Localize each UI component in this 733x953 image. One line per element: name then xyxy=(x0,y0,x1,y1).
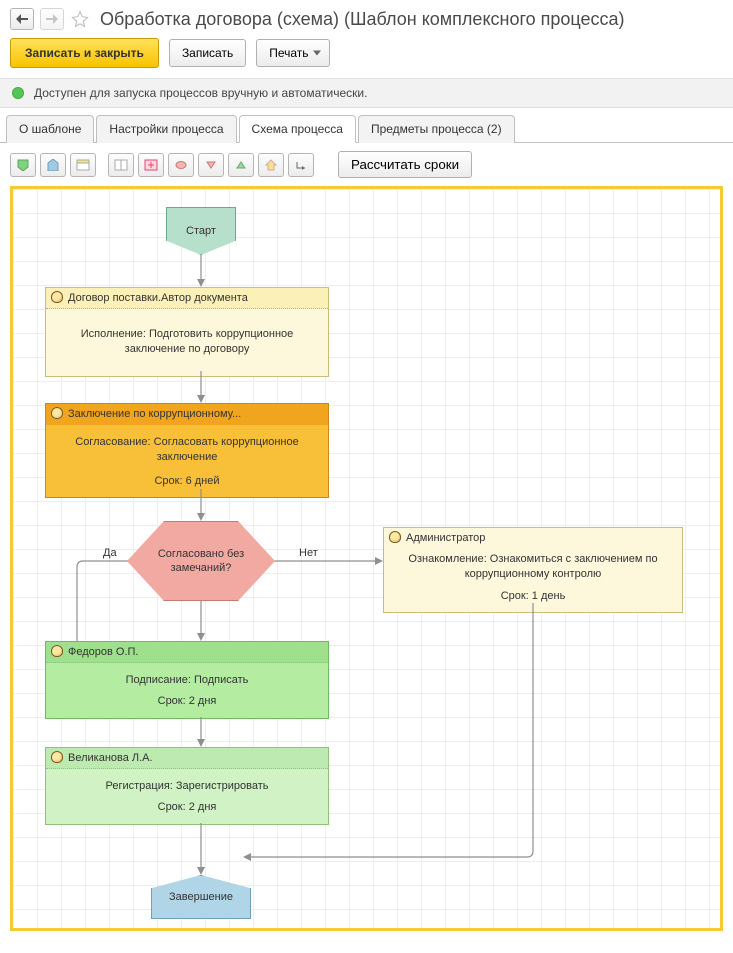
status-bar: Доступен для запуска процессов вручную и… xyxy=(0,78,733,108)
node-execution[interactable]: Договор поставки.Автор документа Исполне… xyxy=(45,287,329,377)
node-approval[interactable]: Заключение по коррупционному... Согласов… xyxy=(45,403,329,498)
status-text: Доступен для запуска процессов вручную и… xyxy=(34,86,367,100)
node-review[interactable]: Администратор Ознакомление: Ознакомиться… xyxy=(383,527,683,613)
tab-subjects[interactable]: Предметы процесса (2) xyxy=(358,115,515,143)
back-button[interactable] xyxy=(10,8,34,30)
node-execution-body: Исполнение: Подготовить коррупционное за… xyxy=(46,309,328,376)
node-sign[interactable]: Федоров О.П. Подписание: Подписать Срок:… xyxy=(45,641,329,719)
node-start[interactable]: Старт xyxy=(166,207,236,255)
node-review-body-line2: Срок: 1 день xyxy=(390,589,676,604)
tool-end-icon[interactable] xyxy=(40,153,66,177)
command-bar: Записать и закрыть Записать Печать xyxy=(0,36,733,78)
node-sign-body-line1: Подписание: Подписать xyxy=(52,673,322,688)
node-sign-body-line2: Срок: 2 дня xyxy=(52,694,322,709)
node-register-body-line2: Срок: 2 дня xyxy=(52,800,322,815)
arrow-left-icon xyxy=(16,14,28,24)
tool-task-icon[interactable] xyxy=(70,153,96,177)
tool-home-icon[interactable] xyxy=(258,153,284,177)
tool-start-icon[interactable] xyxy=(10,153,36,177)
node-approval-body: Согласование: Согласовать коррупционное … xyxy=(46,425,328,497)
node-review-body: Ознакомление: Ознакомиться с заключением… xyxy=(384,548,682,612)
node-decision[interactable]: Согласовано без замечаний? xyxy=(127,521,275,601)
status-indicator-icon xyxy=(12,87,24,99)
edge-label-no: Нет xyxy=(299,547,318,559)
calc-deadlines-button[interactable]: Рассчитать сроки xyxy=(338,151,472,178)
diagram-canvas[interactable]: Старт Договор поставки.Автор документа И… xyxy=(10,186,723,931)
tool-down-icon[interactable] xyxy=(198,153,224,177)
node-decision-label: Согласовано без замечаний? xyxy=(142,547,260,576)
page-title: Обработка договора (схема) (Шаблон компл… xyxy=(100,9,625,30)
tab-about[interactable]: О шаблоне xyxy=(6,115,94,143)
node-sign-header: Федоров О.П. xyxy=(46,642,328,663)
print-button[interactable]: Печать xyxy=(256,39,329,67)
node-execution-header: Договор поставки.Автор документа xyxy=(46,288,328,309)
node-end-label: Завершение xyxy=(169,891,233,903)
node-register-body: Регистрация: Зарегистрировать Срок: 2 дн… xyxy=(46,769,328,824)
node-approval-header: Заключение по коррупционному... xyxy=(46,404,328,425)
diagram-toolbar: Рассчитать сроки xyxy=(0,143,733,186)
write-close-button[interactable]: Записать и закрыть xyxy=(10,38,159,68)
arrow-right-icon xyxy=(46,14,58,24)
node-sign-body: Подписание: Подписать Срок: 2 дня xyxy=(46,663,328,718)
node-register-header: Великанова Л.А. xyxy=(46,748,328,769)
node-start-label: Старт xyxy=(186,225,216,237)
tool-connector-icon[interactable] xyxy=(288,153,314,177)
tab-scheme[interactable]: Схема процесса xyxy=(239,115,356,143)
node-register[interactable]: Великанова Л.А. Регистрация: Зарегистрир… xyxy=(45,747,329,825)
forward-button[interactable] xyxy=(40,8,64,30)
node-review-body-line1: Ознакомление: Ознакомиться с заключением… xyxy=(390,552,676,583)
header-row: Обработка договора (схема) (Шаблон компл… xyxy=(0,0,733,36)
tool-ellipse-icon[interactable] xyxy=(168,153,194,177)
tabbar: О шаблоне Настройки процесса Схема проце… xyxy=(0,108,733,143)
tool-add-icon[interactable] xyxy=(138,153,164,177)
tool-up-icon[interactable] xyxy=(228,153,254,177)
tab-settings[interactable]: Настройки процесса xyxy=(96,115,236,143)
edge-label-yes: Да xyxy=(103,547,117,559)
node-end[interactable]: Завершение xyxy=(151,875,251,919)
write-button[interactable]: Записать xyxy=(169,39,246,67)
tool-split-icon[interactable] xyxy=(108,153,134,177)
node-approval-body-line1: Согласование: Согласовать коррупционное … xyxy=(52,435,322,466)
node-review-header: Администратор xyxy=(384,528,682,548)
node-approval-body-line2: Срок: 6 дней xyxy=(52,474,322,489)
node-register-body-line1: Регистрация: Зарегистрировать xyxy=(52,779,322,794)
star-icon[interactable] xyxy=(70,10,90,28)
